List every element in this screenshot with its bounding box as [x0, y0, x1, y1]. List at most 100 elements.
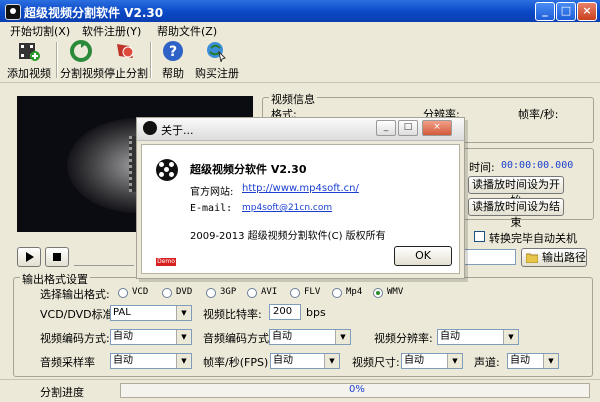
about-ok-button[interactable]: OK	[394, 246, 452, 266]
format-radio-mp4[interactable]	[332, 288, 342, 298]
standard-label: VCD/DVD标准:	[40, 308, 118, 321]
format-radio-label: Mp4	[346, 287, 363, 297]
close-button[interactable]: ×	[577, 2, 597, 21]
video-size-value: 自动	[404, 355, 424, 366]
format-radio-vcd[interactable]	[118, 288, 128, 298]
stop-button[interactable]	[45, 247, 69, 267]
chevron-down-icon: ▼	[176, 330, 191, 344]
menu-help-file[interactable]: 帮助文件(Z)	[157, 23, 217, 39]
stop-square-icon	[53, 253, 61, 261]
app-icon	[5, 4, 21, 20]
about-app-name: 超级视频分软件 V2.30	[190, 163, 307, 176]
chevron-down-icon: ▼	[176, 354, 191, 368]
resolution-select[interactable]: 自动 ▼	[437, 329, 519, 345]
chevron-down-icon: ▼	[335, 330, 350, 344]
video-codec-value: 自动	[113, 331, 133, 342]
sample-rate-label: 音频采样率	[40, 356, 95, 369]
shutdown-checkbox[interactable]	[474, 231, 485, 242]
bitrate-unit: bps	[306, 306, 326, 319]
register-icon	[207, 42, 226, 62]
about-minimize-button[interactable]: _	[376, 120, 396, 136]
add-video-button[interactable]: 添加视频	[6, 38, 52, 82]
chevron-down-icon: ▼	[543, 354, 558, 368]
about-maximize-button[interactable]: □	[398, 120, 418, 136]
time-value: 00:00:00.000	[501, 160, 574, 171]
format-radio-label: VCD	[132, 287, 149, 297]
svg-text:?: ?	[169, 44, 177, 60]
about-close-button[interactable]: ×	[422, 120, 452, 136]
fps-value: 自动	[273, 355, 293, 366]
audio-codec-select[interactable]: 自动 ▼	[269, 329, 351, 345]
recycle-split-icon	[70, 40, 92, 62]
format-radio-flv[interactable]	[290, 288, 300, 298]
folder-icon	[526, 253, 538, 263]
resolution-label: 视频分辨率:	[374, 332, 433, 345]
about-dialog: 关于... _ □ × 超级视频分软件 V2.30 官方网站: http://w…	[136, 117, 465, 279]
email-link[interactable]: mp4soft@21cn.com	[242, 203, 332, 213]
format-radio-wmv[interactable]	[373, 288, 383, 298]
video-size-select[interactable]: 自动 ▼	[401, 353, 463, 369]
output-legend: 输出格式设置	[20, 271, 90, 287]
film-reel-icon	[143, 121, 157, 135]
menu-bar: 开始切割(X) 软件注册(Y) 帮助文件(Z)	[0, 22, 600, 38]
seek-slider[interactable]	[74, 249, 134, 266]
audio-codec-label: 音频编码方式:	[203, 332, 273, 345]
film-add-icon	[19, 43, 40, 61]
progress-label: 分割进度	[40, 386, 84, 399]
output-path-field[interactable]	[464, 249, 516, 265]
chevron-down-icon: ▼	[503, 330, 518, 344]
channel-label: 声道:	[474, 356, 500, 369]
split-video-label: 分割视频	[60, 67, 104, 80]
video-size-label: 视频尺寸:	[352, 356, 400, 369]
fps-select[interactable]: 自动 ▼	[270, 353, 340, 369]
maximize-button[interactable]: □	[556, 2, 576, 21]
add-video-label: 添加视频	[7, 67, 51, 80]
stop-split-label: 停止分割	[104, 67, 148, 80]
menu-register[interactable]: 软件注册(Y)	[82, 23, 141, 39]
bitrate-input[interactable]: 200	[269, 304, 301, 320]
film-reel-icon	[156, 159, 178, 181]
split-video-button[interactable]: 分割视频	[60, 38, 104, 82]
help-icon: ?	[163, 41, 183, 61]
progress-value: 0%	[349, 384, 365, 395]
format-radio-3gp[interactable]	[206, 288, 216, 298]
output-path-button[interactable]: 输出路径	[521, 248, 587, 267]
sample-rate-select[interactable]: 自动 ▼	[110, 353, 192, 369]
sample-rate-value: 自动	[113, 355, 133, 366]
set-start-button[interactable]: 读播放时间设为开始	[468, 176, 564, 207]
video-info-legend: 视频信息	[269, 91, 317, 107]
format-radio-label: DVD	[176, 287, 193, 297]
toolbar: 添加视频 分割视频 停止分割 ? 帮助 购买注册	[0, 38, 600, 83]
format-radio-label: AVI	[261, 287, 278, 297]
video-codec-select[interactable]: 自动 ▼	[110, 329, 192, 345]
format-radio-label: FLV	[304, 287, 321, 297]
framerate-info-label: 帧率/秒:	[518, 108, 559, 121]
minimize-button[interactable]: _	[535, 2, 555, 21]
output-path-label: 输出路径	[542, 251, 586, 264]
format-radio-label: WMV	[387, 287, 404, 297]
time-label: 时间:	[469, 161, 495, 174]
website-label: 官方网站:	[190, 187, 234, 198]
progress-bar: 0%	[120, 383, 590, 398]
website-link[interactable]: http://www.mp4soft.cn/	[242, 183, 359, 194]
play-button[interactable]	[17, 247, 41, 267]
format-radio-avi[interactable]	[247, 288, 257, 298]
fps-label: 帧率/秒(FPS)	[203, 356, 269, 369]
standard-value: PAL	[113, 307, 131, 318]
chevron-down-icon: ▼	[176, 306, 191, 320]
email-label: E-mail:	[190, 203, 233, 214]
buy-register-label: 购买注册	[195, 67, 239, 80]
format-radio-label: 3GP	[220, 287, 237, 297]
resolution-value: 自动	[440, 331, 460, 342]
copyright-text: 2009-2013 超级视频分割软件(C) 版权所有	[190, 231, 386, 242]
buy-register-button[interactable]: 购买注册	[194, 38, 240, 82]
stop-icon	[117, 44, 134, 58]
set-end-button[interactable]: 读播放时间设为结束	[468, 198, 564, 229]
help-label: 帮助	[162, 67, 184, 80]
standard-select[interactable]: PAL ▼	[110, 305, 192, 321]
format-radio-dvd[interactable]	[162, 288, 172, 298]
channel-select[interactable]: 自动 ▼	[507, 353, 559, 369]
menu-start-cut[interactable]: 开始切割(X)	[10, 23, 70, 39]
help-button[interactable]: ? 帮助	[156, 38, 190, 82]
stop-split-button[interactable]: 停止分割	[104, 38, 148, 82]
